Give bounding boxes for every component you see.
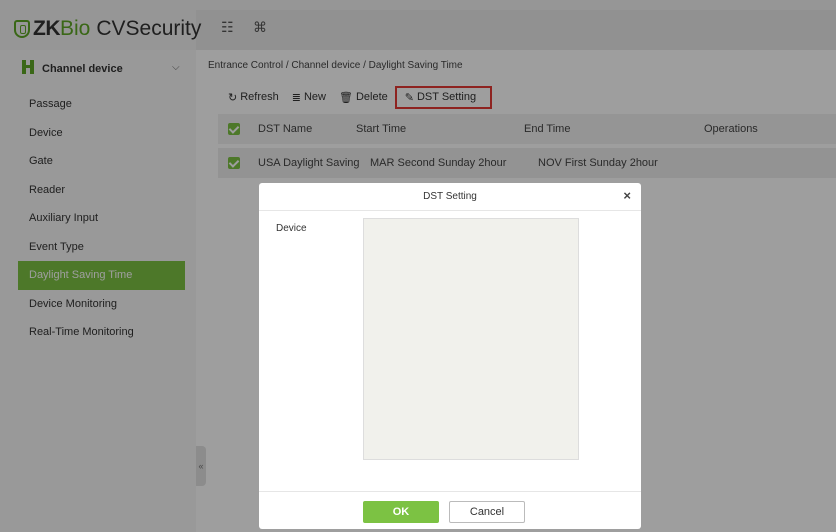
ok-button[interactable]: OK xyxy=(363,501,439,523)
device-list-box[interactable] xyxy=(363,218,579,460)
cancel-button[interactable]: Cancel xyxy=(449,501,525,523)
dialog-footer: OK Cancel xyxy=(259,491,641,529)
close-icon[interactable]: × xyxy=(623,189,631,203)
dialog-title: DST Setting xyxy=(259,183,641,211)
dst-setting-dialog: DST Setting × Device OK Cancel xyxy=(259,183,641,529)
device-label: Device xyxy=(276,223,307,234)
